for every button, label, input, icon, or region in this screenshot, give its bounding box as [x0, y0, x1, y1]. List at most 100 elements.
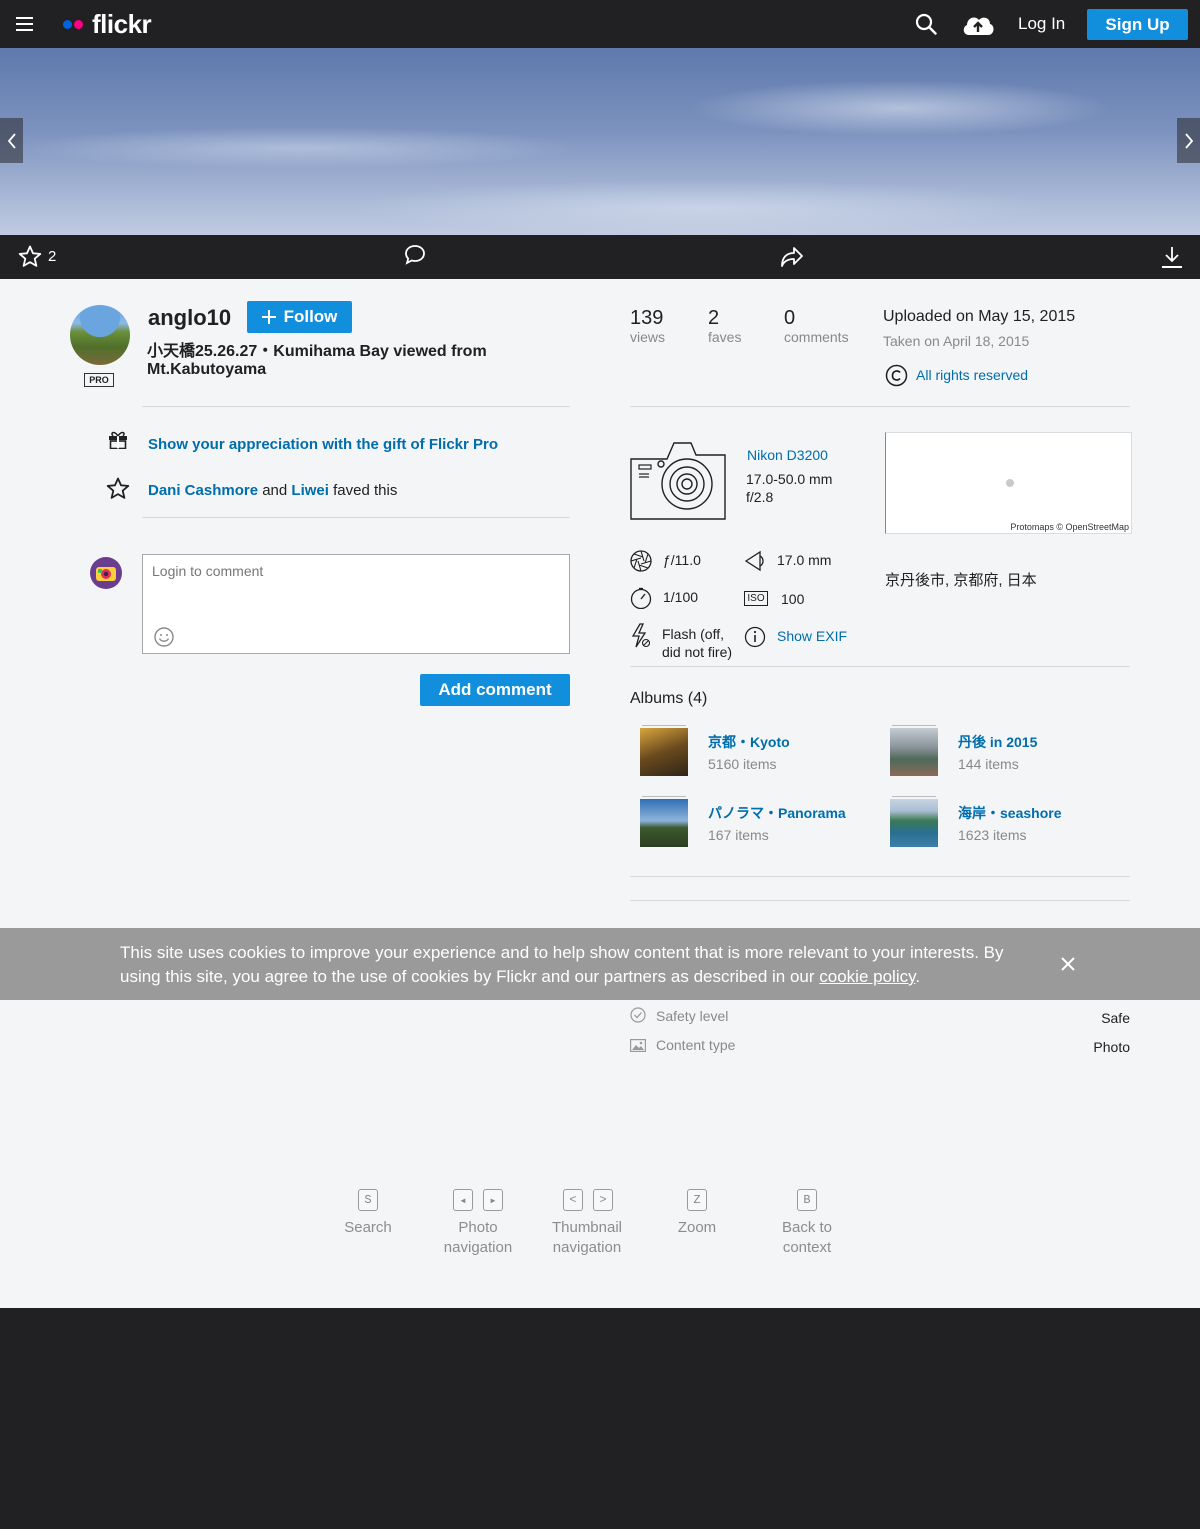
- logo-text: flickr: [92, 8, 152, 39]
- logo-dot-pink-icon: [74, 19, 83, 29]
- signup-button[interactable]: Sign Up: [1087, 9, 1188, 40]
- star-icon: [106, 477, 130, 500]
- location-map[interactable]: Protomaps © OpenStreetMap: [885, 432, 1132, 534]
- shortcut-label-thumb-line1: Thumbnail: [551, 1219, 623, 1236]
- shortcut-label-photo-line1: Photo: [458, 1219, 498, 1236]
- comment-box[interactable]: Login to comment: [142, 554, 570, 654]
- uploaded-date: Uploaded on May 15, 2015: [883, 308, 1076, 325]
- faved-user-link[interactable]: Dani Cashmore: [148, 482, 258, 499]
- gift-pro-link[interactable]: Show your appreciation with the gift of …: [148, 436, 498, 453]
- faved-suffix: faved this: [333, 482, 398, 499]
- safety-label: Safety level: [656, 1008, 729, 1024]
- divider: [630, 406, 1130, 407]
- album-thumbnail[interactable]: [890, 796, 938, 847]
- album-title[interactable]: 京都・Kyoto: [708, 732, 790, 752]
- shortcut-key-photo-next: ▸: [483, 1189, 503, 1211]
- upload-cloud-icon[interactable]: [961, 11, 995, 37]
- photo-title: 小天橋25.26.27・Kumihama Bay viewed from Mt.…: [147, 343, 487, 378]
- gift-icon: [108, 430, 128, 449]
- camera-buddy-icon: [96, 567, 116, 581]
- show-exif-link[interactable]: Show EXIF: [777, 628, 847, 644]
- shortcut-label-photo: Photo navigation: [428, 1218, 528, 1258]
- fave-count: 2: [48, 248, 57, 265]
- max-aperture: f/2.8: [746, 489, 774, 505]
- faves-label: faves: [708, 329, 742, 345]
- shortcut-label-back: Back to context: [757, 1218, 857, 1258]
- shortcut-label-photo-line2: navigation: [443, 1239, 513, 1256]
- chevron-left-icon: [7, 132, 16, 149]
- faves-stat: 2 faves: [708, 307, 741, 345]
- check-circle-icon: [630, 1007, 646, 1023]
- divider: [142, 517, 570, 518]
- plus-icon: [261, 310, 276, 324]
- copyright-icon: [885, 364, 908, 387]
- cookie-text: This site uses cookies to improve your e…: [120, 941, 1040, 989]
- divider: [630, 876, 1130, 877]
- follow-label: Follow: [283, 307, 338, 326]
- share-icon[interactable]: [780, 246, 804, 268]
- photo-action-bar: 2: [0, 235, 1200, 279]
- shortcut-key-search: S: [358, 1189, 378, 1211]
- next-photo-button[interactable]: [1177, 118, 1200, 163]
- shortcut-label-search: Search: [344, 1219, 392, 1236]
- pro-badge: PRO: [84, 373, 114, 387]
- cookie-message-end: .: [915, 967, 921, 986]
- album-count: 144 items: [958, 756, 1019, 772]
- cookie-banner: This site uses cookies to improve your e…: [0, 928, 1200, 1000]
- info-icon: [744, 626, 766, 648]
- faved-and: and: [262, 482, 288, 499]
- albums-heading: Albums (4): [630, 690, 708, 707]
- comment-icon[interactable]: [404, 244, 426, 266]
- follow-button[interactable]: Follow: [247, 301, 352, 333]
- login-link[interactable]: Log In: [1018, 14, 1065, 34]
- owner-username[interactable]: anglo10: [148, 305, 231, 331]
- shortcut-key-photo-prev: ◂: [453, 1189, 473, 1211]
- download-icon[interactable]: [1161, 246, 1183, 269]
- search-icon[interactable]: [915, 13, 937, 35]
- lens-info: 17.0-50.0 mm: [746, 471, 833, 487]
- shutter-icon: [630, 587, 652, 609]
- flash-value: Flash (off, did not fire): [662, 626, 733, 660]
- taken-date[interactable]: Taken on April 18, 2015: [883, 333, 1029, 349]
- focal-length-value: 17.0 mm: [777, 552, 832, 568]
- faved-user-link[interactable]: Liwei: [291, 482, 329, 499]
- comment-placeholder: Login to comment: [152, 563, 264, 579]
- album-title[interactable]: 海岸・seashore: [958, 803, 1061, 823]
- shortcut-key-back: B: [797, 1189, 817, 1211]
- emoji-icon[interactable]: [154, 627, 174, 647]
- album-thumbnail[interactable]: [640, 725, 688, 776]
- top-navbar: flickr Log In Sign Up: [0, 0, 1200, 48]
- shortcut-key-zoom: Z: [687, 1189, 707, 1211]
- album-title[interactable]: パノラマ・Panorama: [708, 803, 846, 823]
- flickr-logo[interactable]: flickr: [63, 8, 152, 40]
- prev-photo-button[interactable]: [0, 118, 23, 163]
- location-text[interactable]: 京丹後市, 京都府, 日本: [885, 569, 1037, 590]
- commenter-avatar: [90, 557, 122, 589]
- image-icon: [630, 1039, 646, 1052]
- fave-button[interactable]: 2: [18, 245, 56, 268]
- camera-model-link[interactable]: Nikon D3200: [747, 447, 828, 463]
- flash-icon: [630, 623, 652, 649]
- map-attribution: Protomaps © OpenStreetMap: [1010, 522, 1129, 532]
- divider: [142, 406, 570, 407]
- camera-icon: [629, 441, 727, 521]
- close-icon[interactable]: [1060, 956, 1076, 972]
- license-link[interactable]: All rights reserved: [916, 367, 1028, 383]
- aperture-icon: [630, 550, 652, 572]
- album-thumbnail[interactable]: [890, 725, 938, 776]
- shutter-value: 1/100: [663, 589, 699, 605]
- cookie-policy-link[interactable]: cookie policy: [819, 967, 915, 986]
- shortcut-label-thumbnail: Thumbnail navigation: [537, 1218, 637, 1258]
- album-title[interactable]: 丹後 in 2015: [958, 732, 1037, 752]
- menu-icon[interactable]: [16, 16, 33, 32]
- map-pin-icon: [1006, 479, 1014, 487]
- star-icon: [18, 245, 42, 267]
- comments-label: comments: [784, 329, 849, 345]
- safety-value: Safe: [1101, 1010, 1130, 1026]
- add-comment-button[interactable]: Add comment: [420, 674, 570, 706]
- views-count: 139: [630, 307, 664, 329]
- owner-avatar[interactable]: [70, 305, 130, 365]
- main-photo[interactable]: [0, 48, 1200, 235]
- album-thumbnail[interactable]: [640, 796, 688, 847]
- shortcut-label-back-line1: Back to: [781, 1219, 833, 1236]
